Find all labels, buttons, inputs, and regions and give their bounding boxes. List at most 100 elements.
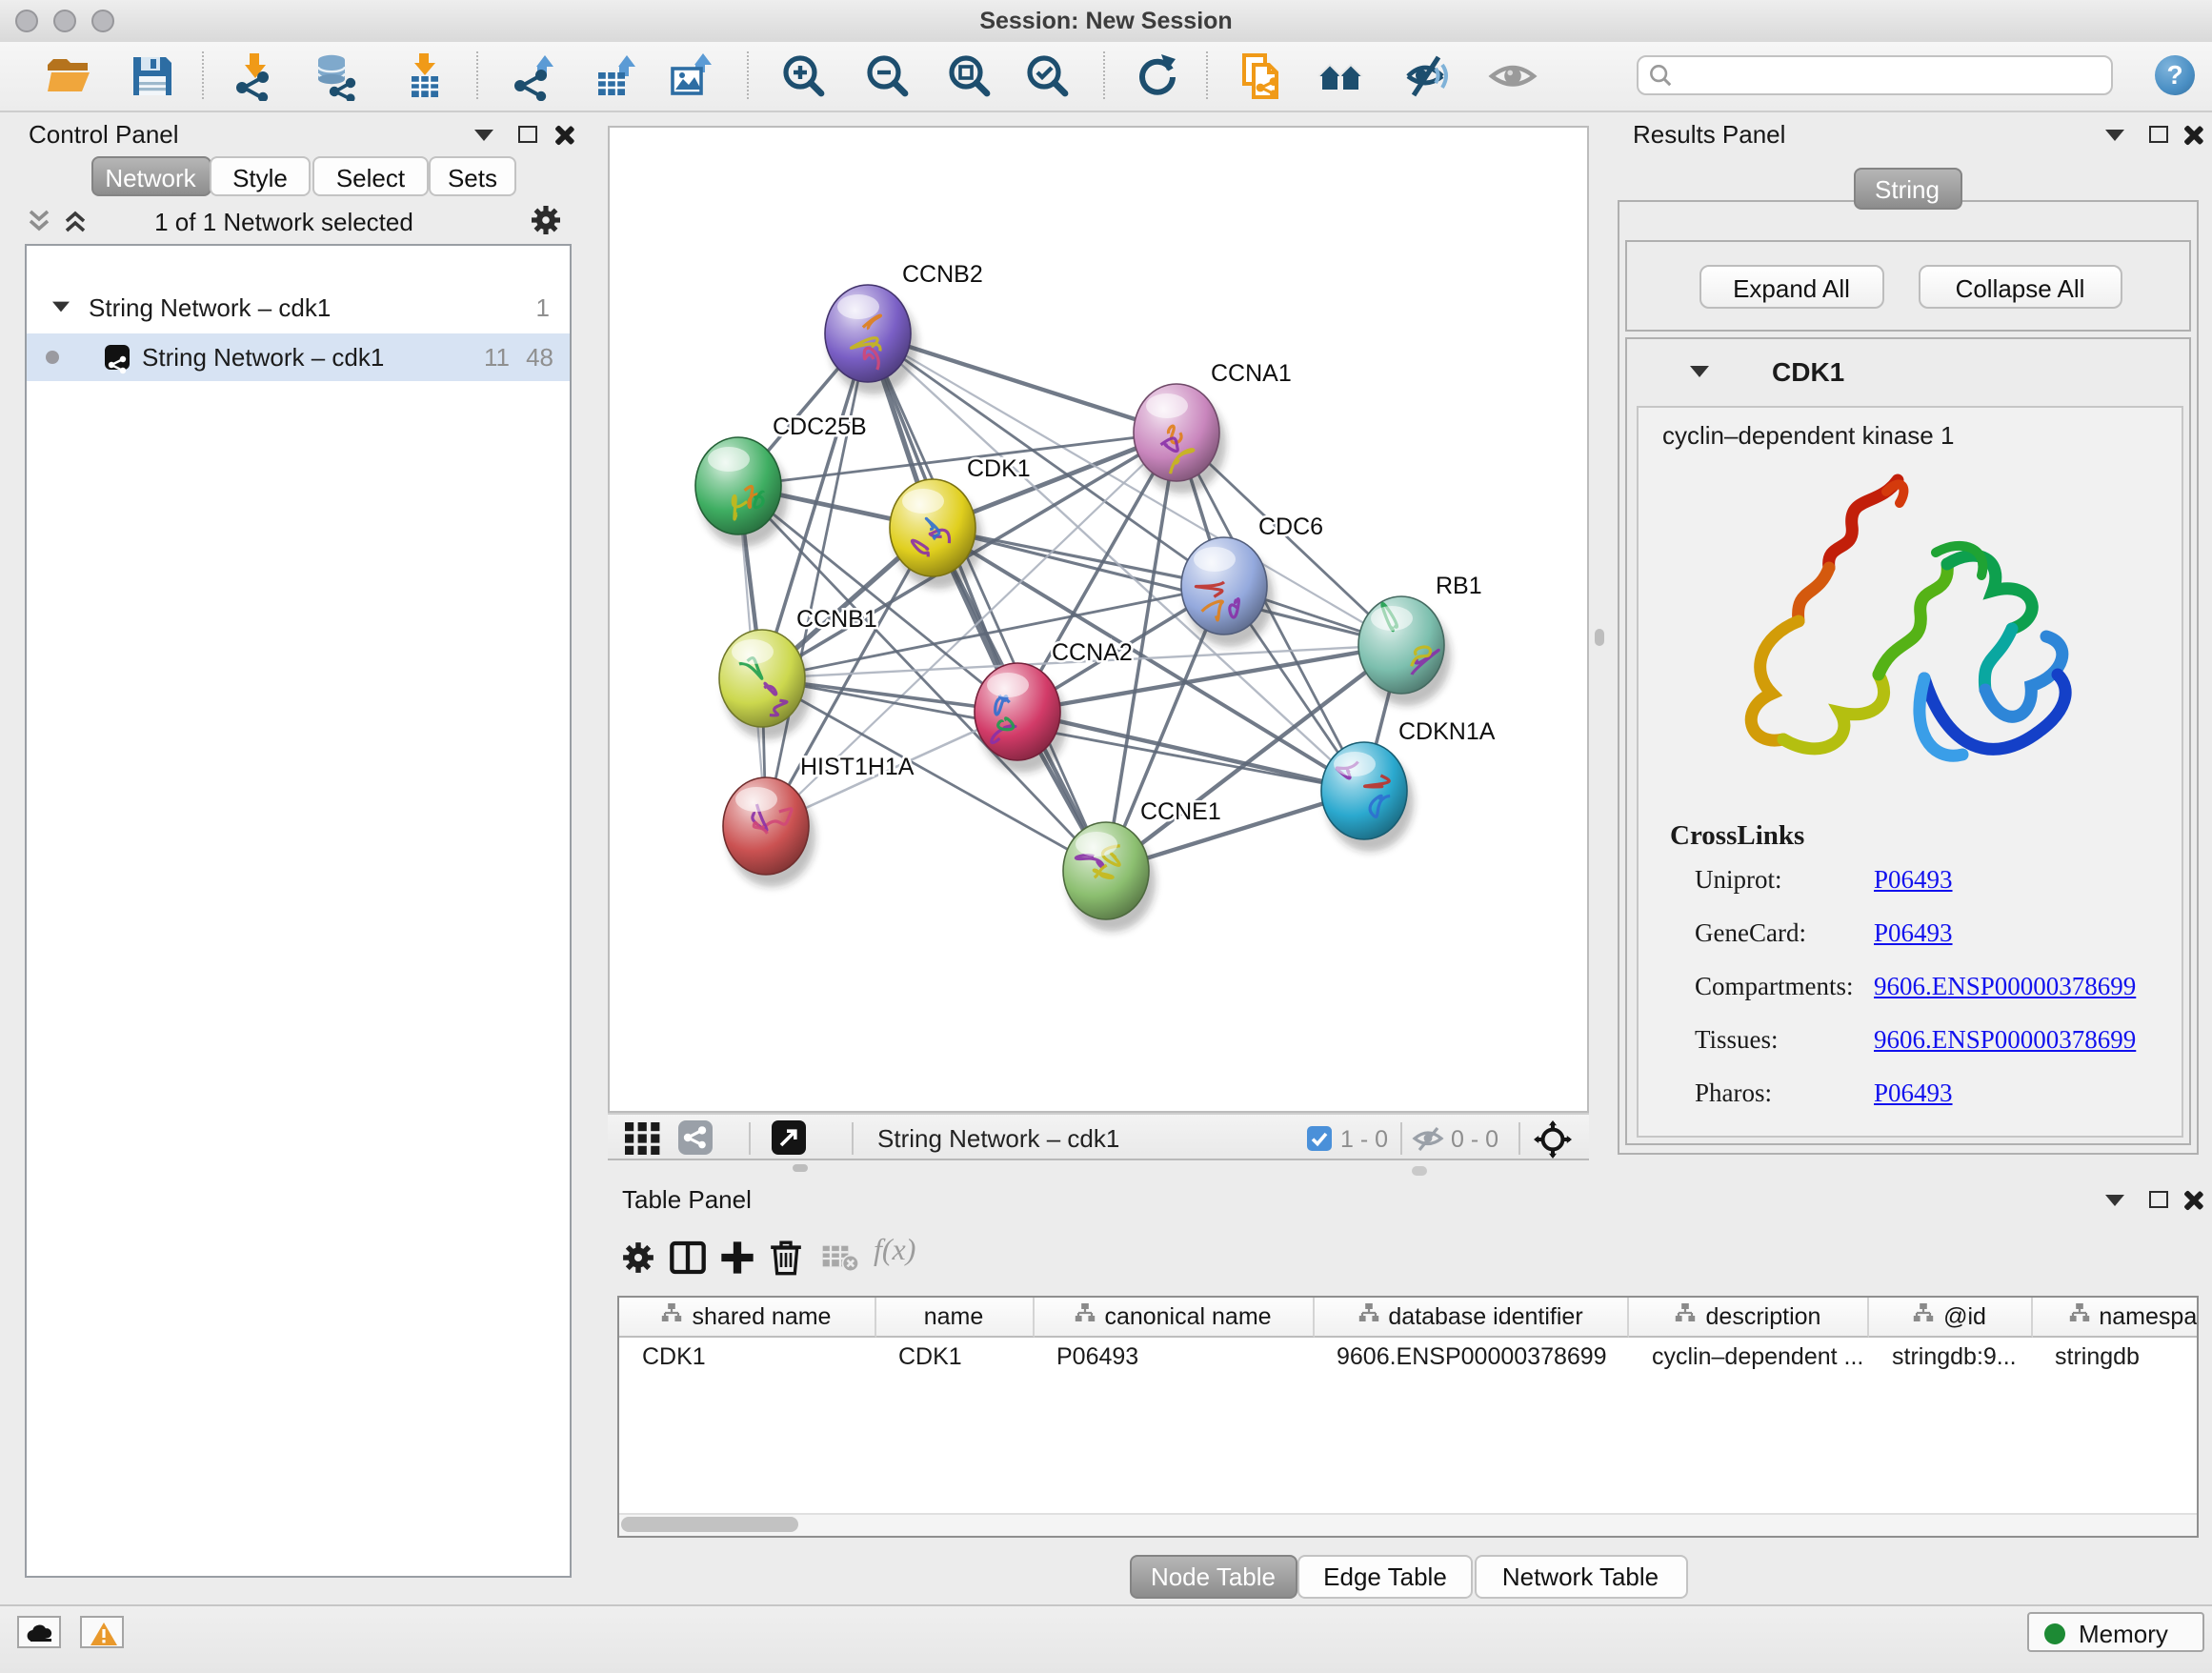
birds-eye-toggle-icon[interactable]	[771, 1120, 805, 1164]
hide-selected-icon[interactable]	[1402, 50, 1452, 100]
first-neighbors-icon[interactable]	[1317, 50, 1366, 100]
network-node-CDC25B[interactable]	[694, 437, 787, 547]
cell[interactable]: CDK1	[619, 1338, 875, 1376]
zoom-fit-icon[interactable]	[945, 50, 995, 100]
panel-close-icon[interactable]	[2182, 1189, 2203, 1210]
tab-string[interactable]: String	[1853, 168, 1961, 210]
network-row-selected[interactable]: String Network – cdk1 11 48	[26, 333, 569, 380]
column-header-name[interactable]: name	[875, 1298, 1034, 1338]
network-node-CCNA2[interactable]	[974, 663, 1066, 773]
column-type-icon	[1074, 1298, 1095, 1337]
network-edge[interactable]	[867, 333, 1105, 871]
warning-button[interactable]	[80, 1616, 124, 1648]
save-session-icon[interactable]	[128, 50, 177, 100]
tree-expand-icon[interactable]	[51, 301, 69, 312]
crosslink-link[interactable]: P06493	[1874, 1078, 1953, 1109]
network-badge-icon[interactable]	[677, 1120, 712, 1164]
network-node-CCNE1[interactable]	[1062, 822, 1155, 932]
network-node-CDKN1A[interactable]	[1320, 742, 1413, 852]
column-header-description[interactable]: description	[1629, 1298, 1869, 1338]
panel-menu-icon[interactable]	[474, 130, 493, 141]
column-label: @id	[1943, 1298, 1986, 1337]
horizontal-scrollbar[interactable]	[619, 1512, 2197, 1535]
column-header-database-identifier[interactable]: database identifier	[1314, 1298, 1629, 1338]
crosslink-link[interactable]: P06493	[1874, 918, 1953, 949]
network-node-HIST1H1A[interactable]	[722, 777, 814, 887]
panel-float-icon[interactable]	[2149, 1191, 2168, 1208]
network-node-RB1[interactable]	[1357, 596, 1450, 706]
delete-row-trash-icon[interactable]	[767, 1239, 803, 1286]
tab-style[interactable]: Style	[210, 156, 311, 196]
table-row[interactable]: CDK1CDK1P064939606.ENSP00000378699cyclin…	[619, 1338, 2197, 1376]
grid-view-icon[interactable]	[624, 1121, 660, 1163]
tab-edge-table[interactable]: Edge Table	[1297, 1555, 1473, 1598]
selected-checkbox-icon[interactable]	[1306, 1125, 1331, 1159]
import-table-icon[interactable]	[400, 50, 450, 100]
show-columns-icon[interactable]	[668, 1239, 706, 1286]
import-network-file-icon[interactable]	[231, 50, 280, 100]
export-table-icon[interactable]	[591, 50, 640, 100]
tab-network-table[interactable]: Network Table	[1474, 1555, 1687, 1598]
network-graph[interactable]: CCNB2CCNA1CDC25BCDK1CDC6RB1CCNB1CCNA2CDK…	[609, 128, 1586, 1111]
panel-float-icon[interactable]	[518, 126, 537, 143]
cell[interactable]: 9606.ENSP00000378699	[1314, 1338, 1629, 1376]
panel-close-icon[interactable]	[553, 124, 573, 145]
scrollbar-thumb[interactable]	[621, 1517, 798, 1532]
network-node-CDK1[interactable]	[889, 479, 981, 589]
network-node-CDC6[interactable]	[1180, 537, 1273, 647]
cell[interactable]: P06493	[1034, 1338, 1314, 1376]
column-header-namespace[interactable]: namespace	[2032, 1298, 2199, 1338]
panel-float-icon[interactable]	[2149, 126, 2168, 143]
network-view[interactable]: CCNB2CCNA1CDC25BCDK1CDC6RB1CCNB1CCNA2CDK…	[607, 126, 1588, 1113]
search-input[interactable]	[1637, 54, 2113, 94]
open-file-icon[interactable]	[44, 50, 93, 100]
tab-sets[interactable]: Sets	[429, 156, 516, 196]
zoom-selected-icon[interactable]	[1023, 50, 1073, 100]
memory-status-dot	[2044, 1623, 2065, 1643]
add-column-icon[interactable]	[717, 1239, 755, 1286]
window-title: Session: New Session	[0, 8, 2212, 34]
panel-menu-icon[interactable]	[2105, 130, 2124, 141]
help-button[interactable]: ?	[2155, 55, 2195, 95]
section-collapse-icon[interactable]	[1690, 366, 1709, 377]
memory-button[interactable]: Memory	[2027, 1612, 2203, 1652]
refresh-layout-icon[interactable]	[1132, 50, 1181, 100]
tab-node-table[interactable]: Node Table	[1129, 1555, 1297, 1598]
cell[interactable]: stringdb:9...	[1869, 1338, 2032, 1376]
table-settings-gear-icon[interactable]	[620, 1240, 654, 1284]
crosshair-icon[interactable]	[1533, 1119, 1571, 1167]
network-node-CCNA1[interactable]	[1133, 384, 1225, 494]
network-edge[interactable]	[1016, 712, 1363, 791]
collapse-all-button[interactable]: Collapse All	[1919, 265, 2122, 309]
panel-menu-icon[interactable]	[2105, 1195, 2124, 1206]
export-network-icon[interactable]	[509, 50, 558, 100]
cell[interactable]: cyclin–dependent ...	[1629, 1338, 1869, 1376]
tab-select[interactable]: Select	[312, 156, 429, 196]
bar-separator	[1518, 1122, 1519, 1155]
cell[interactable]: CDK1	[875, 1338, 1034, 1376]
cell[interactable]: stringdb	[2032, 1338, 2199, 1376]
panel-close-icon[interactable]	[2182, 124, 2203, 145]
splitter-handle[interactable]	[793, 1164, 808, 1172]
zoom-in-icon[interactable]	[779, 50, 829, 100]
zoom-out-icon[interactable]	[863, 50, 913, 100]
network-collection-row[interactable]: String Network – cdk1 1	[26, 289, 569, 325]
export-image-icon[interactable]	[667, 50, 716, 100]
network-node-CCNB2[interactable]	[824, 285, 916, 394]
column-header-shared-name[interactable]: shared name	[619, 1298, 875, 1338]
node-section: CDK1 cyclin–dependent kinase 1	[1625, 337, 2190, 1145]
column-header-canonical-name[interactable]: canonical name	[1034, 1298, 1314, 1338]
cloud-button[interactable]	[17, 1616, 61, 1648]
clone-network-icon[interactable]	[1238, 50, 1288, 100]
expand-all-button[interactable]: Expand All	[1699, 265, 1884, 309]
splitter-handle[interactable]	[1595, 629, 1603, 646]
import-network-database-icon[interactable]	[311, 50, 360, 100]
column-header--id[interactable]: @id	[1869, 1298, 2032, 1338]
table-panel: Table Panel f(x) shared namenamecanonica…	[595, 1174, 2204, 1604]
crosslink-link[interactable]: 9606.ENSP00000378699	[1874, 1025, 2136, 1056]
network-options-gear-icon[interactable]	[530, 204, 562, 246]
show-all-icon[interactable]	[1488, 50, 1538, 100]
crosslink-link[interactable]: P06493	[1874, 865, 1953, 896]
crosslink-link[interactable]: 9606.ENSP00000378699	[1874, 972, 2136, 1002]
tab-network[interactable]: Network	[90, 156, 211, 196]
